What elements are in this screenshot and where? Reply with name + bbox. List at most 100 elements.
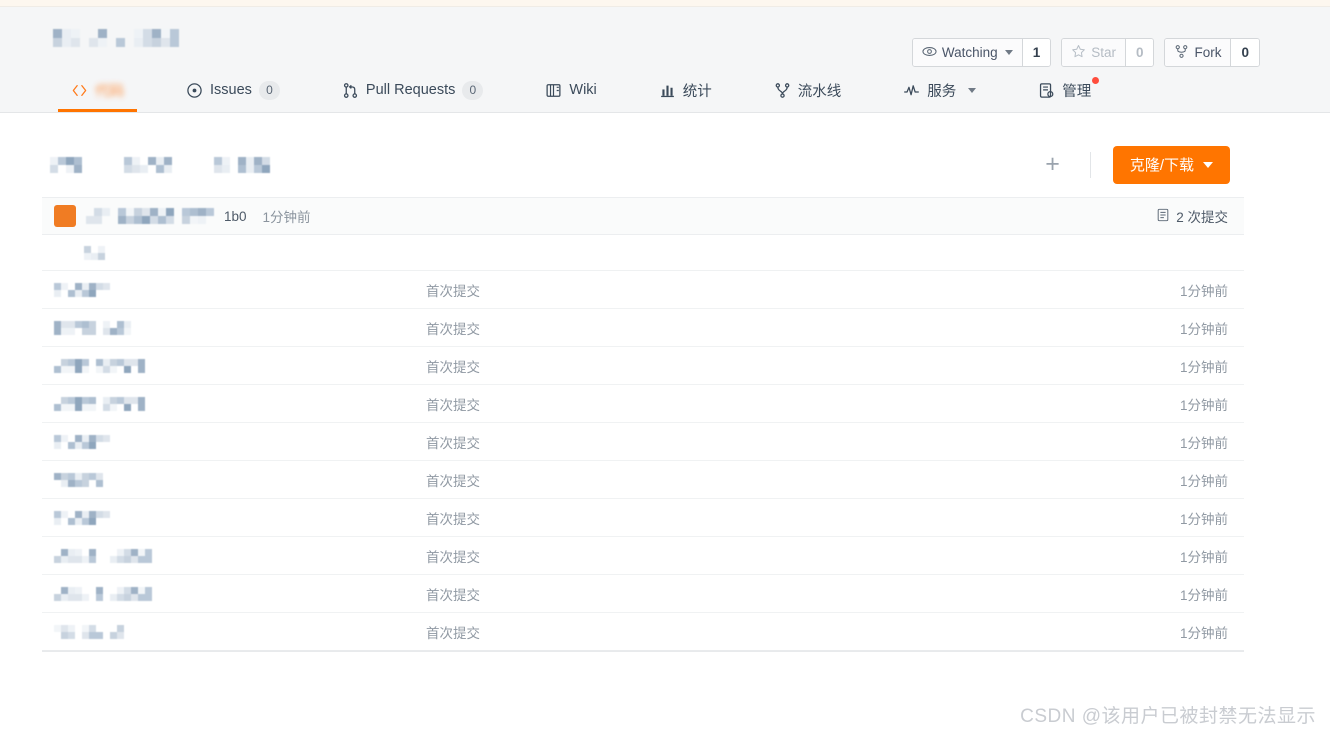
- star-button[interactable]: Star 0: [1061, 38, 1155, 67]
- file-commit-message[interactable]: 首次提交: [404, 546, 1180, 566]
- file-row[interactable]: 首次提交 1分钟前: [42, 271, 1244, 309]
- file-commit-message[interactable]: 首次提交: [404, 280, 1180, 300]
- watch-label: Watching: [941, 45, 998, 60]
- commit-count-label: 2 次提交: [1176, 210, 1228, 225]
- issue-icon: [186, 82, 203, 99]
- tab-services-label: 服务: [927, 83, 957, 100]
- tab-manage[interactable]: 管理: [1025, 68, 1104, 112]
- chevron-down-icon: [1004, 50, 1013, 55]
- file-commit-message[interactable]: 首次提交: [404, 356, 1180, 376]
- tab-issues-label: Issues: [210, 82, 252, 98]
- file-commit-message[interactable]: 首次提交: [404, 622, 1180, 642]
- file-name-redacted[interactable]: [54, 548, 404, 563]
- file-commit-time: 1分钟前: [1179, 321, 1228, 337]
- clone-download-label: 克隆/下载: [1129, 157, 1194, 174]
- fork-button-main[interactable]: Fork: [1165, 39, 1231, 66]
- file-row[interactable]: 首次提交 1分钟前: [42, 537, 1244, 575]
- chart-icon: [659, 82, 676, 99]
- file-row[interactable]: 首次提交 1分钟前: [42, 499, 1244, 537]
- star-button-main[interactable]: Star: [1062, 39, 1125, 66]
- parent-directory-row[interactable]: [42, 235, 1244, 271]
- fork-button[interactable]: Fork 0: [1164, 38, 1260, 67]
- tab-pipeline[interactable]: 流水线: [761, 68, 855, 112]
- file-commit-message[interactable]: 首次提交: [404, 394, 1180, 414]
- watch-count: 1: [1021, 39, 1051, 66]
- tab-pull-requests[interactable]: Pull Requests 0: [329, 68, 496, 112]
- file-commit-message[interactable]: 首次提交: [404, 318, 1180, 338]
- commit-hash[interactable]: 1b0: [224, 209, 247, 224]
- star-count: 0: [1124, 39, 1154, 66]
- file-name-redacted[interactable]: [54, 320, 404, 335]
- breadcrumb-segment-2[interactable]: [116, 156, 180, 173]
- tab-statistics-label: 统计: [682, 83, 712, 100]
- eye-icon: [922, 44, 937, 62]
- latest-commit-row: 1b0 1分钟前 2 次提交: [42, 197, 1244, 235]
- file-commit-message[interactable]: 首次提交: [404, 508, 1180, 528]
- chevron-down-icon: [1203, 161, 1213, 168]
- file-list: 首次提交 1分钟前 首次提交 1分钟前 首次提交 1分钟前 首次提交 1分钟前 首次提交 1分钟前…: [42, 271, 1244, 651]
- watch-button-main[interactable]: Watching: [912, 39, 1022, 66]
- toolbar-divider: [1089, 151, 1091, 178]
- breadcrumb[interactable]: [50, 156, 1037, 173]
- file-commit-time: 1分钟前: [1179, 473, 1228, 489]
- file-name-redacted[interactable]: [54, 510, 404, 525]
- commit-count[interactable]: 2 次提交: [1156, 206, 1228, 226]
- file-commit-time: 1分钟前: [1179, 397, 1228, 413]
- pipeline-icon: [774, 82, 791, 99]
- file-name-redacted[interactable]: [54, 434, 404, 449]
- breadcrumb-segment-3[interactable]: [206, 156, 270, 173]
- file-commit-time: 1分钟前: [1179, 625, 1228, 641]
- tab-wiki[interactable]: Wiki: [532, 68, 609, 112]
- file-row[interactable]: 首次提交 1分钟前: [42, 423, 1244, 461]
- add-file-button[interactable]: +: [1037, 152, 1068, 177]
- manage-icon: [1038, 82, 1055, 99]
- clone-download-button[interactable]: 克隆/下载: [1112, 145, 1230, 184]
- fork-count: 0: [1230, 39, 1259, 66]
- file-commit-message[interactable]: 首次提交: [404, 584, 1180, 604]
- history-icon: [1156, 208, 1170, 225]
- pull-request-icon: [342, 82, 359, 99]
- file-commit-message[interactable]: 首次提交: [404, 470, 1180, 490]
- file-row[interactable]: 首次提交 1分钟前: [42, 309, 1244, 347]
- file-name-redacted[interactable]: [54, 396, 404, 411]
- repo-actions: Watching 1 Star 0 Fork 0: [911, 38, 1260, 67]
- tab-issues[interactable]: Issues 0: [173, 68, 293, 112]
- wiki-icon: [545, 82, 562, 99]
- commit-time: 1分钟前: [262, 210, 311, 225]
- top-accent-strip: [0, 0, 1330, 7]
- avatar: [54, 205, 76, 227]
- star-label: Star: [1091, 45, 1116, 60]
- repo-content-panel: + 克隆/下载 1b0 1分钟前 2 次提交 首次提交 1分钟前 首次提交 1分…: [42, 132, 1244, 652]
- file-row[interactable]: 首次提交 1分钟前: [42, 385, 1244, 423]
- branch-toolbar: + 克隆/下载: [42, 132, 1244, 197]
- watch-button[interactable]: Watching 1: [911, 38, 1052, 67]
- file-row[interactable]: 首次提交 1分钟前: [42, 575, 1244, 613]
- tab-wiki-label: Wiki: [569, 82, 597, 98]
- page-title-redacted: [44, 29, 179, 47]
- file-commit-message[interactable]: 首次提交: [404, 432, 1180, 452]
- file-name-redacted[interactable]: [54, 358, 404, 373]
- breadcrumb-segment-1[interactable]: [50, 156, 90, 173]
- file-row[interactable]: 首次提交 1分钟前: [42, 613, 1244, 651]
- file-commit-time: 1分钟前: [1179, 435, 1228, 451]
- tab-pull-requests-badge: 0: [462, 80, 484, 100]
- file-name-redacted[interactable]: [54, 586, 404, 601]
- tab-services[interactable]: 服务: [890, 68, 989, 112]
- star-icon: [1071, 44, 1086, 62]
- code-icon: [71, 82, 88, 99]
- file-row[interactable]: 首次提交 1分钟前: [42, 347, 1244, 385]
- chevron-down-icon: [968, 87, 977, 93]
- file-name-redacted[interactable]: [54, 282, 404, 297]
- file-row[interactable]: 首次提交 1分钟前: [42, 461, 1244, 499]
- file-name-redacted[interactable]: [54, 624, 404, 639]
- file-commit-time: 1分钟前: [1179, 359, 1228, 375]
- fork-icon: [1174, 44, 1189, 62]
- file-name-redacted[interactable]: [54, 472, 404, 487]
- tab-code-label: 代码: [95, 83, 124, 100]
- tab-pipeline-label: 流水线: [797, 83, 842, 100]
- notification-dot: [1092, 77, 1100, 84]
- tab-statistics[interactable]: 统计: [646, 68, 725, 112]
- watermark: CSDN @该用户已被封禁无法显示: [1020, 706, 1316, 727]
- fork-label: Fork: [1194, 45, 1222, 60]
- tab-code[interactable]: 代码: [58, 68, 137, 112]
